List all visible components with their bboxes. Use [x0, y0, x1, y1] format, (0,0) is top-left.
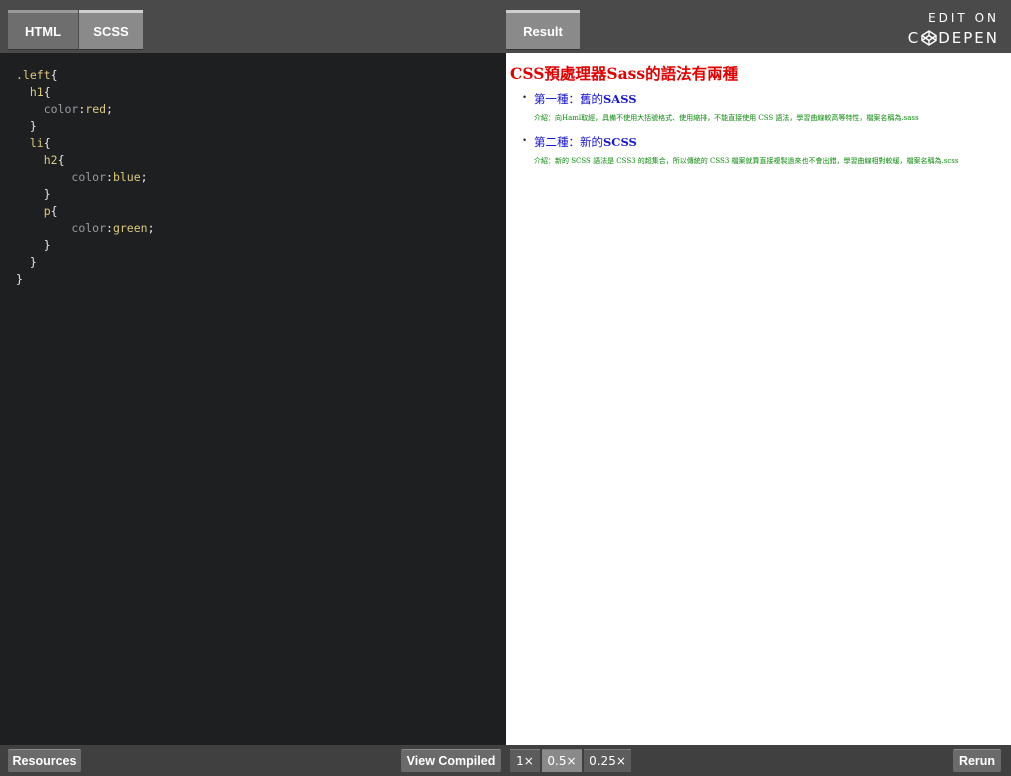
- code-brace: }: [43, 238, 51, 252]
- tab-scss[interactable]: SCSS: [79, 10, 143, 49]
- list-item-heading: 第二種：新的SCSS: [534, 133, 1011, 151]
- code-brace: {: [57, 153, 65, 167]
- code-brace: {: [50, 68, 58, 82]
- zoom-0-25x-button[interactable]: 0.25×: [584, 749, 631, 772]
- code-semicolon: ;: [147, 221, 155, 235]
- zoom-1x-button[interactable]: 1×: [510, 749, 540, 772]
- code-property: color: [43, 102, 79, 116]
- result-heading: CSS預處理器Sass的語法有兩種: [510, 64, 739, 83]
- code-line: color:blue;: [16, 169, 506, 186]
- code-brace: }: [29, 119, 37, 133]
- code-brace: {: [43, 136, 51, 150]
- code-selector: li: [29, 136, 44, 150]
- rerun-button[interactable]: Rerun: [953, 749, 1001, 772]
- list-item-description: 介紹：新的 SCSS 語法是 CSS3 的超集合，所以傳統的 CSS3 檔案就算…: [534, 157, 959, 165]
- heading-prefix: 第一種：舊的: [534, 92, 603, 106]
- codepen-wordmark: C DEPEN: [889, 28, 999, 48]
- view-compiled-button[interactable]: View Compiled: [401, 749, 501, 772]
- code-brace: {: [43, 85, 51, 99]
- code-value: green: [112, 221, 148, 235]
- result-list: 第一種：舊的SASS 介紹：向Haml取經，具備不使用大括號格式、使用縮排，不能…: [510, 90, 1011, 167]
- zoom-0-5x-button[interactable]: 0.5×: [542, 749, 582, 772]
- edit-on-label: EDIT ON: [928, 11, 999, 25]
- code-property: color: [71, 221, 107, 235]
- code-selector: p: [43, 204, 51, 218]
- code-selector: h2: [43, 153, 58, 167]
- result-preview: CSS預處理器Sass的語法有兩種 第一種：舊的SASS 介紹：向Haml取經，…: [506, 53, 1011, 745]
- scss-code-editor[interactable]: .left{ h1{ color:red; } li{ h2{ color:bl…: [0, 53, 506, 745]
- top-toolbar: HTML SCSS Result EDIT ON C DEPEN: [0, 0, 1011, 53]
- list-item: 第二種：新的SCSS 介紹：新的 SCSS 語法是 CSS3 的超集合，所以傳統…: [522, 133, 1011, 167]
- tab-html[interactable]: HTML: [8, 10, 78, 49]
- code-line: }: [16, 118, 506, 135]
- code-line: color:red;: [16, 101, 506, 118]
- code-line: h2{: [16, 152, 506, 169]
- heading-keyword: SASS: [603, 92, 637, 106]
- codepen-logo-icon: [921, 30, 937, 46]
- heading-prefix: 第二種：新的: [534, 135, 603, 149]
- edit-on-codepen-link[interactable]: EDIT ON C DEPEN: [889, 10, 999, 48]
- code-brace: }: [16, 272, 23, 286]
- code-selector: h1: [29, 85, 44, 99]
- code-brace: {: [50, 204, 58, 218]
- tab-result[interactable]: Result: [506, 10, 580, 49]
- zoom-selector: 1× 0.5× 0.25×: [510, 749, 633, 772]
- code-value: blue: [112, 170, 141, 184]
- code-line: }: [16, 254, 506, 271]
- code-colon: :: [106, 170, 113, 184]
- code-line: }: [16, 237, 506, 254]
- code-value: red: [85, 102, 107, 116]
- heading-keyword: SCSS: [603, 135, 637, 149]
- list-item-description: 介紹：向Haml取經，具備不使用大括號格式、使用縮排，不能直接使用 CSS 語法…: [534, 114, 919, 122]
- codepen-wordmark-right: DEPEN: [938, 29, 999, 47]
- resources-button[interactable]: Resources: [8, 749, 81, 772]
- code-colon: :: [106, 221, 113, 235]
- bottom-toolbar: Resources View Compiled 1× 0.5× 0.25× Re…: [0, 745, 1011, 776]
- list-item: 第一種：舊的SASS 介紹：向Haml取經，具備不使用大括號格式、使用縮排，不能…: [522, 90, 1011, 124]
- list-item-heading: 第一種：舊的SASS: [534, 90, 1011, 108]
- codepen-wordmark-left: C: [907, 29, 921, 47]
- code-line: .left{: [16, 67, 506, 84]
- code-line: }: [16, 271, 506, 288]
- code-line: color:green;: [16, 220, 506, 237]
- code-semicolon: ;: [140, 170, 148, 184]
- code-brace: }: [43, 187, 51, 201]
- code-line: }: [16, 186, 506, 203]
- code-semicolon: ;: [106, 102, 113, 116]
- code-line: p{: [16, 203, 506, 220]
- code-line: h1{: [16, 84, 506, 101]
- code-selector: .left: [16, 68, 51, 82]
- code-property: color: [71, 170, 107, 184]
- code-line: li{: [16, 135, 506, 152]
- code-brace: }: [29, 255, 37, 269]
